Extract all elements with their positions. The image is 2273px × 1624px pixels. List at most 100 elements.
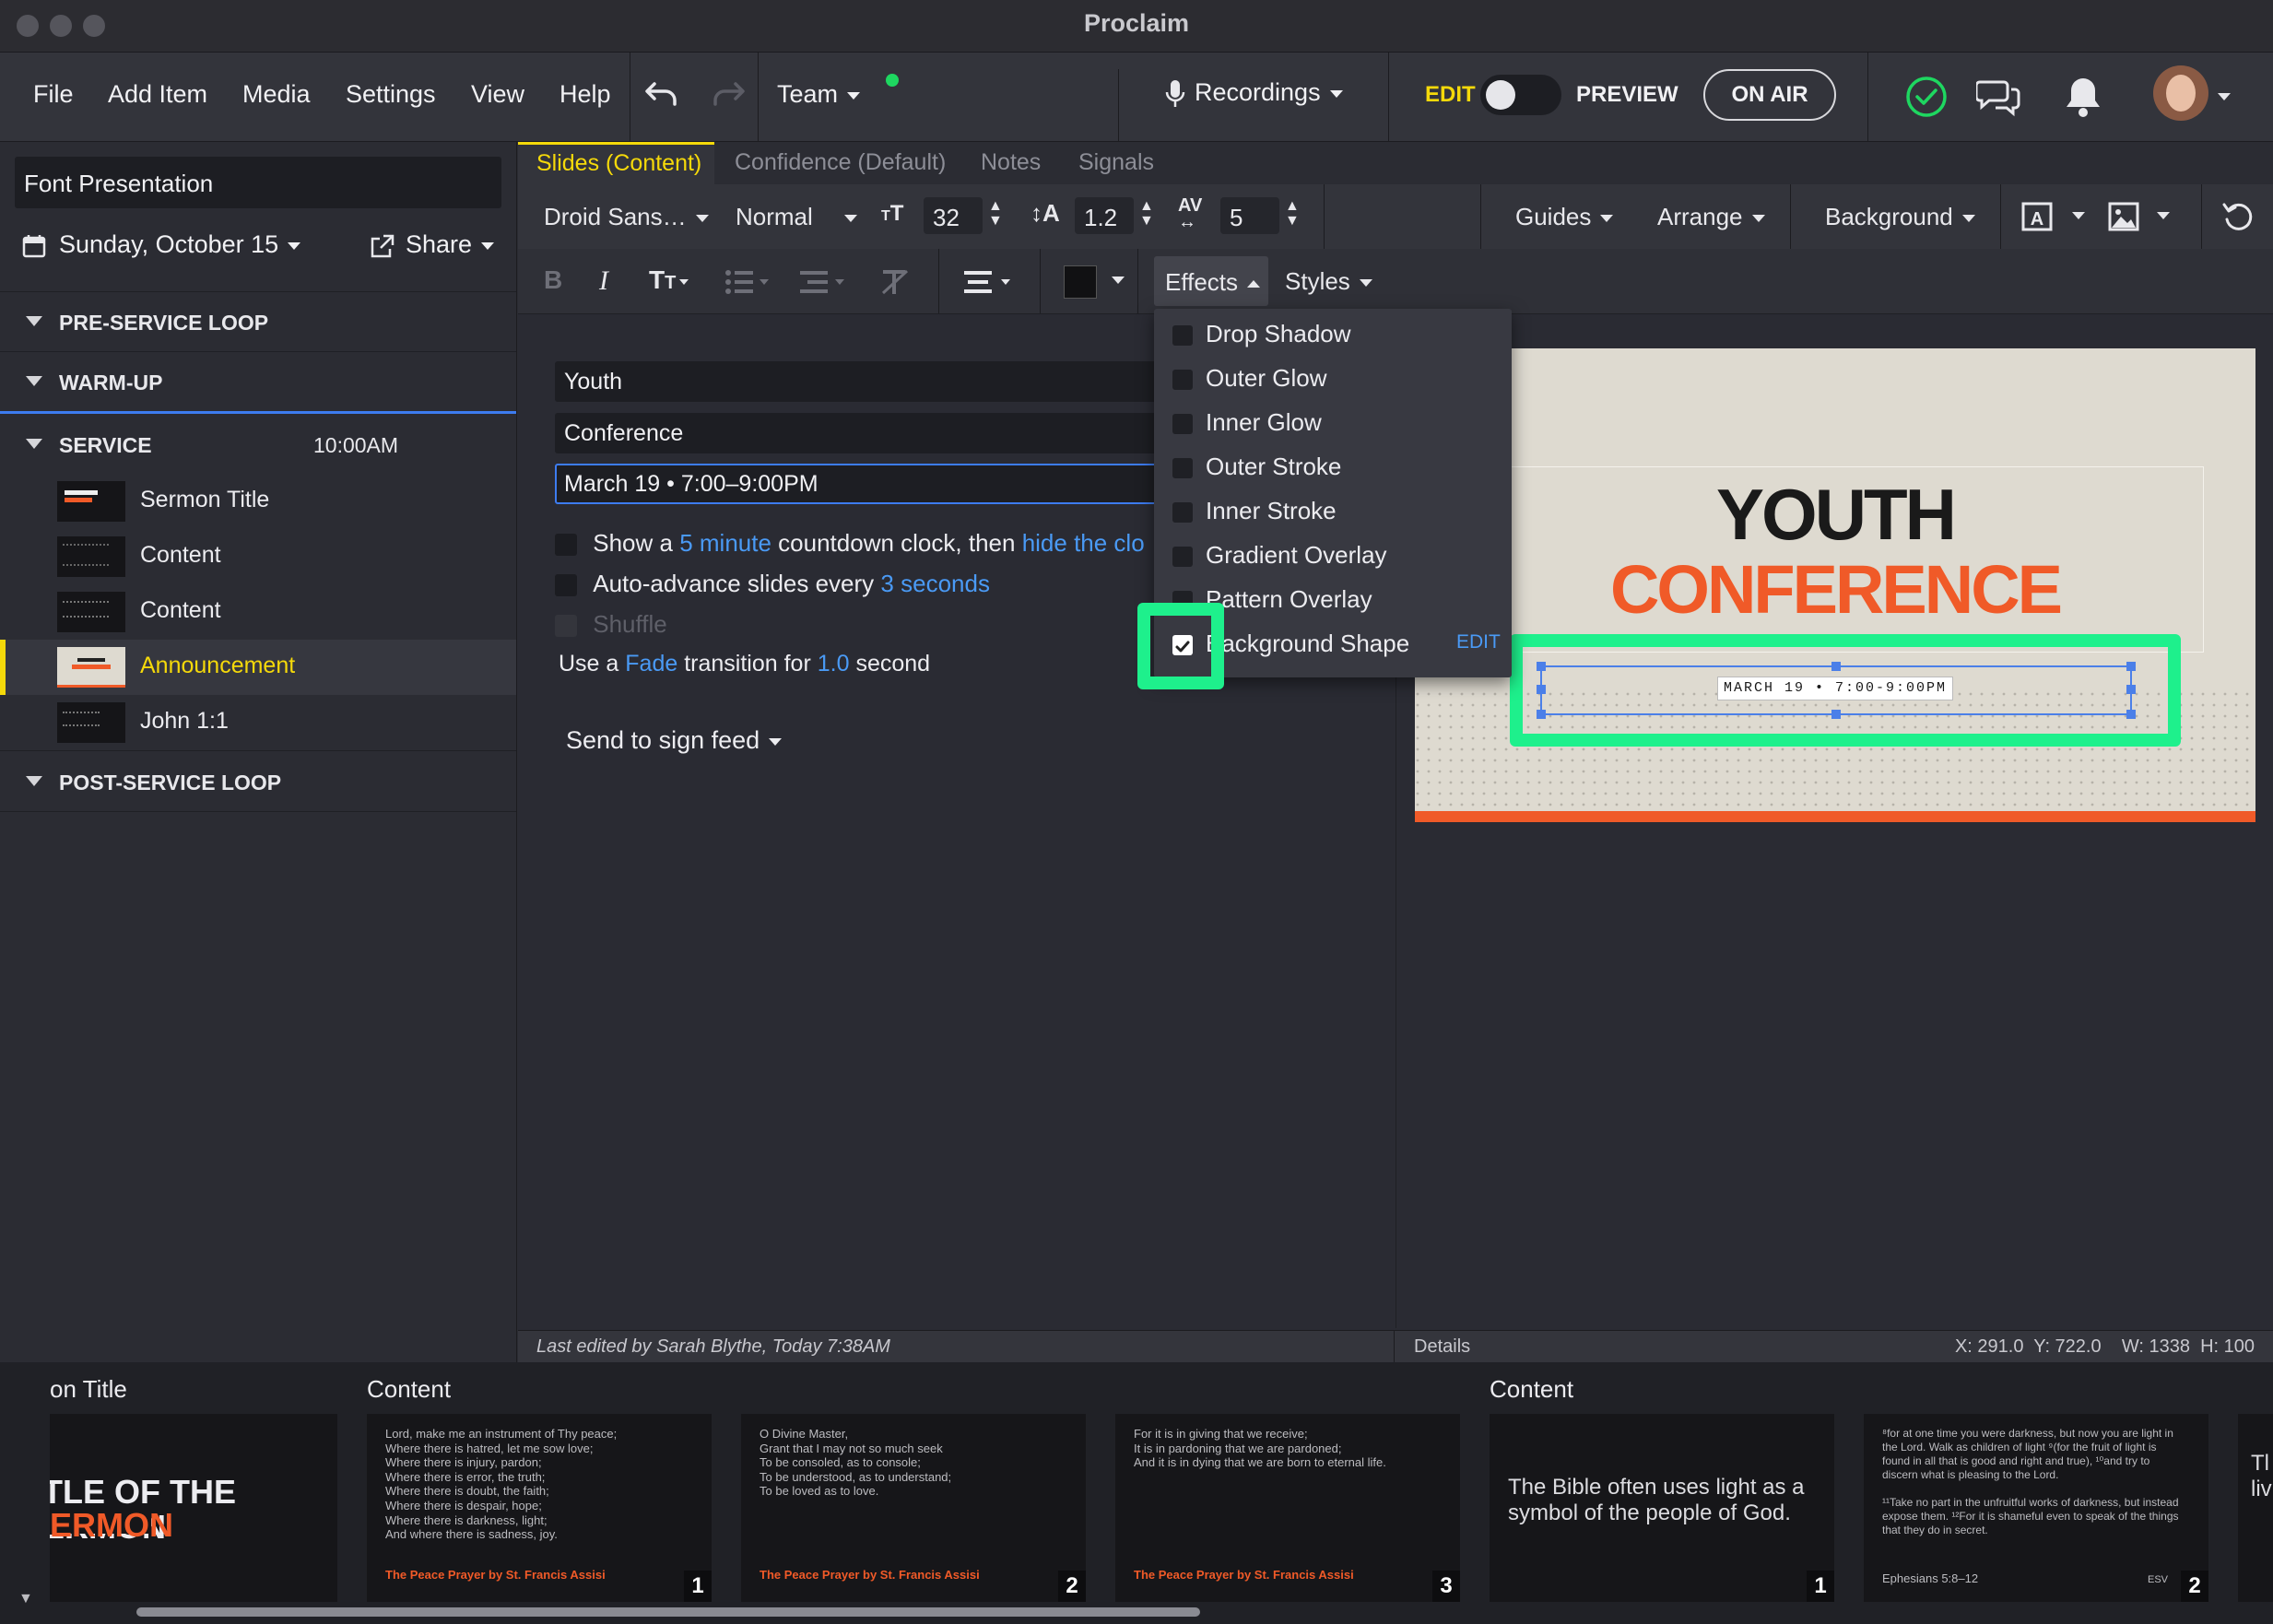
recordings-dropdown[interactable]: Recordings [1165, 78, 1343, 109]
service-item-content[interactable]: Content [0, 529, 516, 584]
shuffle-checkbox[interactable] [555, 615, 577, 638]
section-warm-up[interactable]: WARM-UP [0, 352, 516, 414]
line-height-stepper[interactable]: ▲ ▼ [1139, 199, 1154, 229]
guides-dropdown[interactable]: Guides [1515, 203, 1614, 231]
tab-notes[interactable]: Notes [981, 149, 1041, 176]
section-pre-service-loop[interactable]: PRE-SERVICE LOOP [0, 291, 516, 352]
on-air-button[interactable]: ON AIR [1703, 69, 1836, 121]
clear-formatting-icon[interactable] [879, 267, 911, 297]
effect-inner-stroke[interactable]: Inner Stroke [1172, 497, 1337, 525]
collapse-triangle-icon[interactable] [26, 439, 42, 449]
filmstrip-slide[interactable]: Lord, make me an instrument of Thy peace… [367, 1414, 712, 1602]
chevron-down-icon[interactable] [2218, 93, 2231, 100]
font-family-dropdown[interactable]: Droid Sans… [544, 203, 709, 231]
send-to-sign-feed-dropdown[interactable]: Send to sign feed [566, 726, 783, 755]
styles-dropdown[interactable]: Styles [1285, 267, 1372, 296]
filmstrip-slide-partial[interactable]: Tl liv [2238, 1414, 2273, 1602]
line-height-input[interactable]: 1.2 [1075, 197, 1134, 234]
tab-slides-content[interactable]: Slides (Content) [518, 142, 714, 184]
service-item-sermon-title[interactable]: Sermon Title [0, 474, 516, 529]
slide-text-field-2[interactable]: Conference [555, 413, 1200, 453]
bold-icon[interactable]: B [544, 265, 562, 295]
font-weight-dropdown[interactable]: Normal [736, 203, 857, 231]
text-align-icon[interactable] [964, 269, 1016, 295]
font-size-input[interactable]: 32 [924, 197, 983, 234]
effect-outer-glow[interactable]: Outer Glow [1172, 364, 1327, 393]
service-item-john-1-1[interactable]: John 1:1 [0, 695, 516, 751]
font-size-stepper[interactable]: ▲ ▼ [988, 199, 1003, 229]
collapse-triangle-icon[interactable] [26, 776, 42, 786]
sync-status-check-icon[interactable] [1904, 75, 1949, 119]
text-box-icon[interactable]: A [2020, 201, 2054, 232]
edit-preview-toggle[interactable] [1480, 75, 1561, 115]
slide-text-field-1[interactable]: Youth [555, 361, 1200, 402]
letter-spacing-input[interactable]: 5 [1220, 197, 1279, 234]
date-dropdown[interactable]: Sunday, October 15 [22, 230, 301, 259]
chevron-down-icon[interactable] [2072, 212, 2085, 219]
background-shape-edit-link[interactable]: EDIT [1456, 631, 1501, 653]
presentation-name-field[interactable]: Font Presentation [15, 157, 501, 208]
countdown-minutes-link[interactable]: 5 minute [679, 529, 771, 557]
chevron-down-icon[interactable] [2157, 212, 2170, 219]
menu-help[interactable]: Help [559, 80, 611, 109]
service-item-content[interactable]: Content [0, 584, 516, 640]
collapse-triangle-icon[interactable] [26, 316, 42, 326]
text-case-icon[interactable]: TT [649, 265, 689, 295]
indent-icon[interactable] [800, 269, 848, 295]
effect-inner-glow[interactable]: Inner Glow [1172, 408, 1322, 437]
menu-view[interactable]: View [471, 80, 524, 109]
slide-title-conference[interactable]: CONFERENCE [1415, 553, 2255, 627]
effect-checkbox[interactable] [1172, 370, 1193, 391]
effect-checkbox[interactable] [1172, 547, 1193, 568]
tab-confidence[interactable]: Confidence (Default) [735, 149, 946, 176]
transition-type-link[interactable]: Fade [625, 651, 677, 677]
italic-icon[interactable]: I [599, 265, 608, 297]
filmstrip-slide[interactable]: The Bible often uses light as a symbol o… [1490, 1414, 1834, 1602]
filmstrip-slide-sermon-title[interactable]: TLE OF THE ERMON ERMON [50, 1414, 337, 1602]
slide-title-youth[interactable]: YOUTH [1415, 477, 2255, 551]
letter-spacing-stepper[interactable]: ▲ ▼ [1285, 199, 1300, 229]
menu-file[interactable]: File [33, 80, 74, 109]
effect-drop-shadow[interactable]: Drop Shadow [1172, 320, 1351, 348]
transition-duration-link[interactable]: 1.0 [818, 651, 850, 677]
service-item-announcement[interactable]: Announcement [0, 640, 516, 695]
section-service[interactable]: SERVICE 10:00AM [0, 415, 516, 474]
reset-refresh-icon[interactable] [2221, 201, 2255, 234]
image-icon[interactable] [2107, 201, 2140, 232]
redo-icon[interactable] [710, 80, 745, 108]
filmstrip-slide[interactable]: ⁸for at one time you were darkness, but … [1864, 1414, 2208, 1602]
section-post-service-loop[interactable]: POST-SERVICE LOOP [0, 752, 516, 812]
menu-settings[interactable]: Settings [346, 80, 436, 109]
filmstrip-slide[interactable]: O Divine Master, Grant that I may not so… [741, 1414, 1086, 1602]
filmstrip-slide[interactable]: For it is in giving that we receive; It … [1115, 1414, 1460, 1602]
share-dropdown[interactable]: Share [371, 230, 495, 259]
countdown-action-link[interactable]: hide the clo [1022, 529, 1145, 557]
effect-gradient-overlay[interactable]: Gradient Overlay [1172, 541, 1387, 570]
countdown-checkbox[interactable] [555, 534, 577, 557]
auto-advance-seconds-link[interactable]: 3 seconds [880, 570, 990, 597]
bullet-list-icon[interactable] [724, 269, 772, 295]
chat-icon[interactable] [1976, 75, 2020, 119]
collapse-triangle-icon[interactable] [26, 376, 42, 386]
effect-checkbox[interactable] [1172, 458, 1193, 479]
notifications-bell-icon[interactable] [2063, 75, 2103, 119]
effect-checkbox[interactable] [1172, 414, 1193, 435]
arrange-dropdown[interactable]: Arrange [1657, 203, 1765, 231]
slide-text-field-3[interactable]: March 19 • 7:00–9:00PM [555, 464, 1200, 504]
chevron-down-icon[interactable] [1112, 277, 1125, 284]
effects-dropdown[interactable]: Effects [1154, 256, 1268, 306]
tab-signals[interactable]: Signals [1078, 149, 1154, 176]
auto-advance-checkbox[interactable] [555, 574, 577, 597]
undo-icon[interactable] [645, 80, 680, 108]
filmstrip-scrollbar[interactable] [136, 1607, 1200, 1617]
menu-media[interactable]: Media [242, 80, 311, 109]
team-dropdown[interactable]: Team [777, 80, 861, 109]
user-avatar[interactable] [2153, 65, 2208, 121]
text-color-swatch[interactable] [1064, 265, 1097, 299]
effect-checkbox[interactable] [1172, 502, 1193, 524]
menu-add-item[interactable]: Add Item [108, 80, 207, 109]
slide-preview[interactable]: YOUTH CONFERENCE MARCH 19 • 7:00-9:00PM [1415, 348, 2255, 822]
background-dropdown[interactable]: Background [1825, 203, 1975, 231]
filmstrip-collapse-icon[interactable]: ▼ [18, 1591, 33, 1607]
effect-checkbox[interactable] [1172, 325, 1193, 347]
